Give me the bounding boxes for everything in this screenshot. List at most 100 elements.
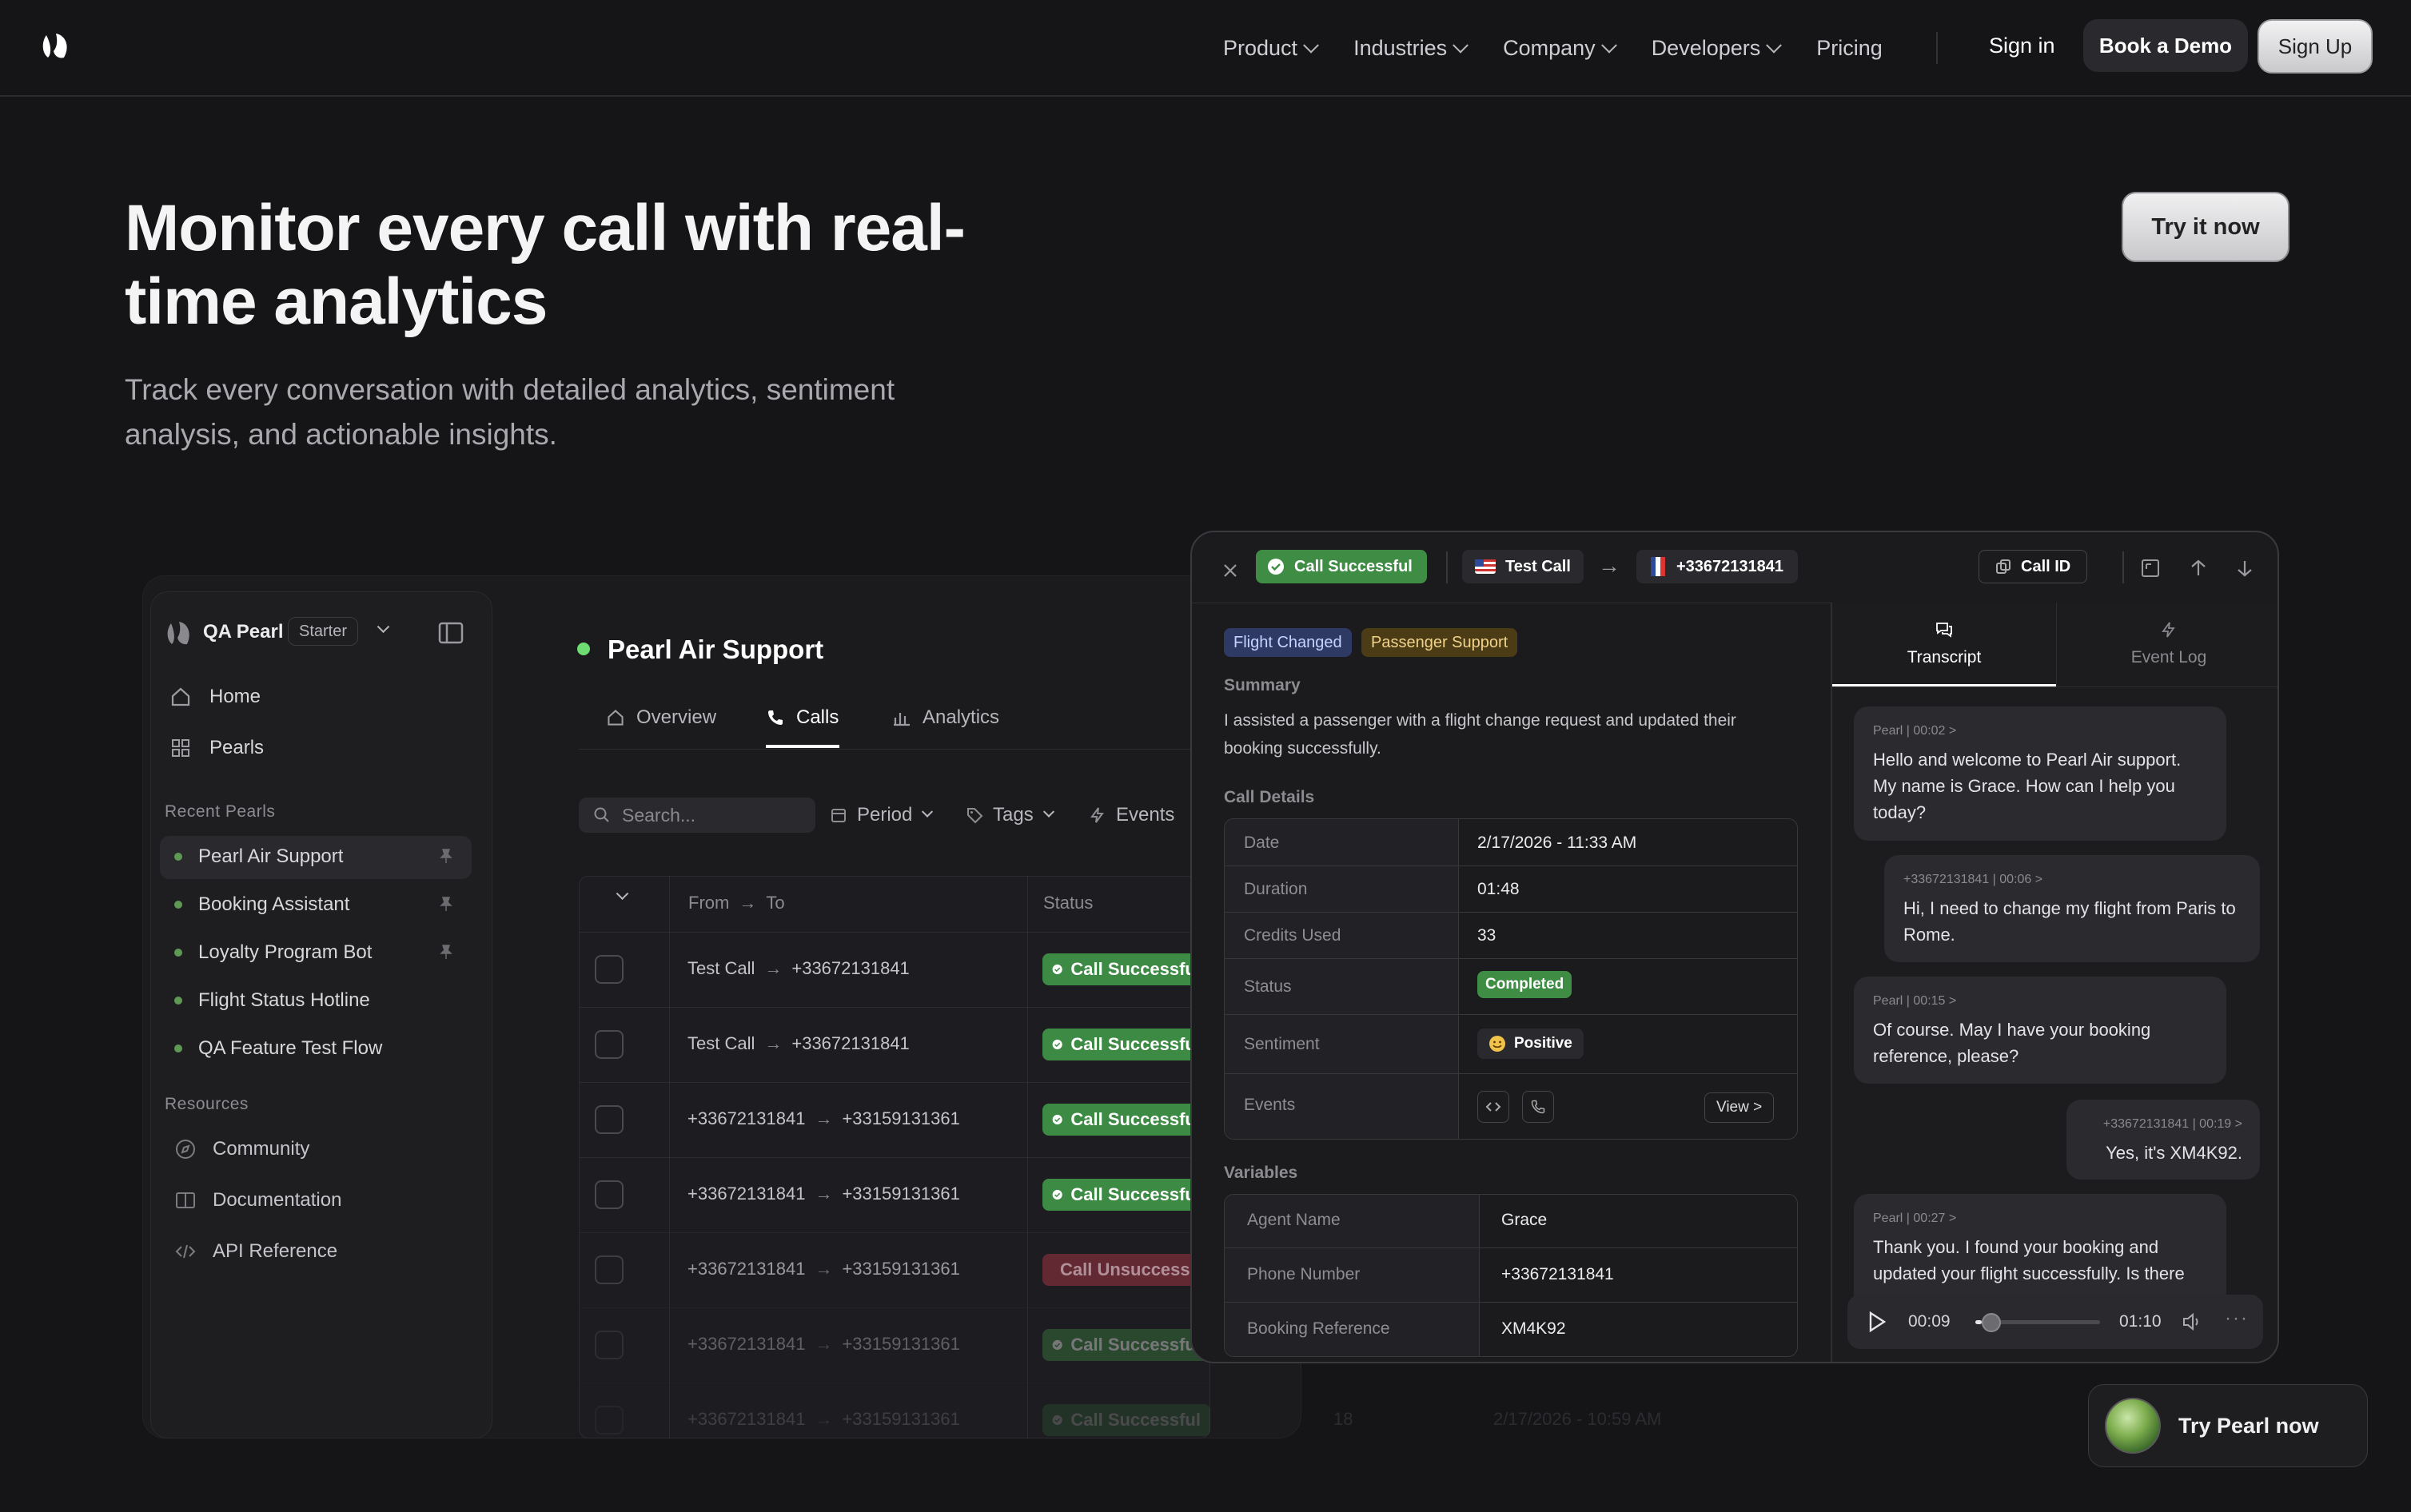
event-code-chip[interactable]: [1477, 1091, 1509, 1123]
sidebar-item-documentation[interactable]: Documentation: [174, 1189, 341, 1212]
sidebar-item-pearls[interactable]: Pearls: [169, 737, 264, 759]
header-from-to[interactable]: From → To: [688, 893, 785, 913]
to-value: +33159131361: [842, 1259, 960, 1279]
progress-track[interactable]: [1975, 1313, 2100, 1332]
arrow-down-icon[interactable]: [2234, 558, 2255, 579]
column-divider: [1479, 1195, 1480, 1356]
row-checkbox[interactable]: [595, 1255, 624, 1284]
check-circle-icon: [1052, 964, 1062, 975]
total-time: 01:10: [2119, 1312, 2162, 1331]
search-input[interactable]: Search...: [579, 798, 815, 833]
sidebar-item-qa-feature-test-flow[interactable]: QA Feature Test Flow: [174, 1037, 382, 1060]
variables-heading: Variables: [1224, 1164, 1298, 1182]
volume-icon[interactable]: [2182, 1311, 2204, 1332]
nav-company[interactable]: Company: [1503, 36, 1617, 61]
message-meta[interactable]: +33672131841 | 00:06 >: [1903, 873, 2241, 887]
sidebar-item-pearl-air-support[interactable]: Pearl Air Support: [174, 846, 343, 868]
col-from-label: From: [688, 893, 730, 913]
arrow-up-icon[interactable]: [2188, 558, 2209, 579]
row-from-to: +33672131841 → +33159131361: [687, 1108, 960, 1129]
sidebar-item-home[interactable]: Home: [169, 686, 261, 708]
tab-analytics[interactable]: Analytics: [892, 706, 999, 729]
chevron-down-icon: [1042, 806, 1054, 818]
book-demo-button[interactable]: Book a Demo: [2083, 19, 2248, 72]
try-it-now-button[interactable]: Try it now: [2122, 192, 2289, 262]
sidebar-item-label: Documentation: [213, 1189, 342, 1211]
table-row[interactable]: +33672131841 → +33159131361 Call Successful: [579, 1082, 1210, 1157]
message-meta[interactable]: +33672131841 | 00:19 >: [2086, 1117, 2242, 1132]
sidebar-item-loyalty-program-bot[interactable]: Loyalty Program Bot: [174, 941, 372, 964]
to-value: +33672131841: [791, 958, 910, 978]
table-row[interactable]: +33672131841 → +33159131361 Call Successful…: [579, 1383, 1661, 1458]
sidebar-item-community[interactable]: Community: [174, 1138, 309, 1160]
message-text: Yes, it's XM4K92.: [2106, 1143, 2242, 1163]
logo-icon[interactable]: [40, 30, 72, 62]
nav-developers[interactable]: Developers: [1652, 36, 1783, 61]
row-divider: [1225, 1247, 1797, 1248]
tab-event-log[interactable]: Event Log: [2056, 603, 2277, 686]
close-icon[interactable]: [1221, 561, 1240, 580]
expand-icon[interactable]: [2140, 558, 2161, 579]
row-checkbox[interactable]: [595, 1030, 624, 1059]
pin-icon[interactable]: [437, 943, 455, 961]
sidebar-item-api-reference[interactable]: API Reference: [174, 1240, 337, 1263]
chevron-down-icon[interactable]: [616, 887, 629, 901]
filter-period[interactable]: Period: [830, 804, 934, 826]
call-id-button[interactable]: Call ID: [1979, 550, 2088, 583]
detail-value-credits: 33: [1477, 926, 1496, 945]
sidebar-toggle-icon[interactable]: [438, 622, 464, 644]
play-icon[interactable]: [1867, 1311, 1887, 1333]
progress-fill: [1975, 1320, 1982, 1324]
sidebar-item-label: Community: [213, 1138, 310, 1160]
pin-icon[interactable]: [437, 895, 455, 913]
tab-overview[interactable]: Overview: [606, 706, 716, 729]
row-checkbox[interactable]: [595, 1331, 624, 1359]
row-divider: [1225, 865, 1797, 866]
row-checkbox[interactable]: [595, 955, 624, 984]
row-checkbox[interactable]: [595, 1180, 624, 1209]
arrow-right-icon: →: [739, 893, 757, 913]
row-checkbox[interactable]: [595, 1406, 624, 1434]
table-row[interactable]: Test Call → +33672131841 Call Successful: [579, 932, 1210, 1007]
status-text: Call Successful: [1070, 1410, 1201, 1430]
filter-label: Period: [857, 804, 913, 826]
filter-events[interactable]: Events: [1089, 804, 1174, 826]
header-status[interactable]: Status: [1043, 893, 1093, 913]
tag-icon: [967, 808, 983, 824]
progress-handle[interactable]: [1981, 1313, 2001, 1332]
sidebar-item-flight-status-hotline[interactable]: Flight Status Hotline: [174, 989, 370, 1012]
message-meta[interactable]: Pearl | 00:15 >: [1873, 994, 2207, 1009]
row-checkbox[interactable]: [595, 1105, 624, 1134]
detail-label: Status: [1244, 977, 1292, 996]
tab-transcript[interactable]: Transcript: [1832, 603, 2056, 686]
pin-icon[interactable]: [437, 847, 455, 865]
table-row[interactable]: +33672131841 → +33159131361 Call Unsuccessf…: [579, 1232, 1210, 1307]
nav-product[interactable]: Product: [1223, 36, 1319, 61]
message-meta[interactable]: Pearl | 00:27 >: [1873, 1212, 2207, 1226]
sidebar-item-label: Loyalty Program Bot: [198, 941, 373, 963]
sign-up-button[interactable]: Sign Up: [2258, 19, 2373, 74]
message-text: Hello and welcome to Pearl Air support. …: [1873, 750, 2182, 822]
event-call-chip[interactable]: [1522, 1091, 1554, 1123]
nav-pricing[interactable]: Pricing: [1816, 36, 1883, 61]
table-row[interactable]: Test Call → +33672131841 Call Successful: [579, 1007, 1210, 1082]
view-events-button[interactable]: View >: [1704, 1092, 1775, 1123]
chevron-down-icon: [1453, 37, 1469, 54]
nav-industries[interactable]: Industries: [1353, 36, 1469, 61]
tab-calls[interactable]: Calls: [766, 706, 839, 729]
lightning-icon: [1090, 807, 1104, 823]
filter-label: Tags: [993, 804, 1034, 826]
status-dot: [174, 853, 182, 861]
sign-in-link[interactable]: Sign in: [1989, 34, 2055, 58]
sidebar-item-booking-assistant[interactable]: Booking Assistant: [174, 893, 349, 916]
message-meta[interactable]: Pearl | 00:02 >: [1873, 724, 2207, 738]
workspace-name[interactable]: QA Pearl: [203, 621, 284, 643]
filter-tags[interactable]: Tags: [966, 804, 1054, 826]
lightning-icon: [2162, 622, 2175, 638]
variable-label: Agent Name: [1247, 1211, 1341, 1229]
table-row[interactable]: +33672131841 → +33159131361 Call Successful: [579, 1157, 1210, 1232]
try-pearl-widget[interactable]: Try Pearl now: [2088, 1384, 2368, 1467]
table-row[interactable]: +33672131841 → +33159131361 Call Successful: [579, 1307, 1210, 1383]
status-text: Call Successful: [1070, 1335, 1201, 1355]
more-icon[interactable]: ···: [2225, 1307, 2249, 1330]
